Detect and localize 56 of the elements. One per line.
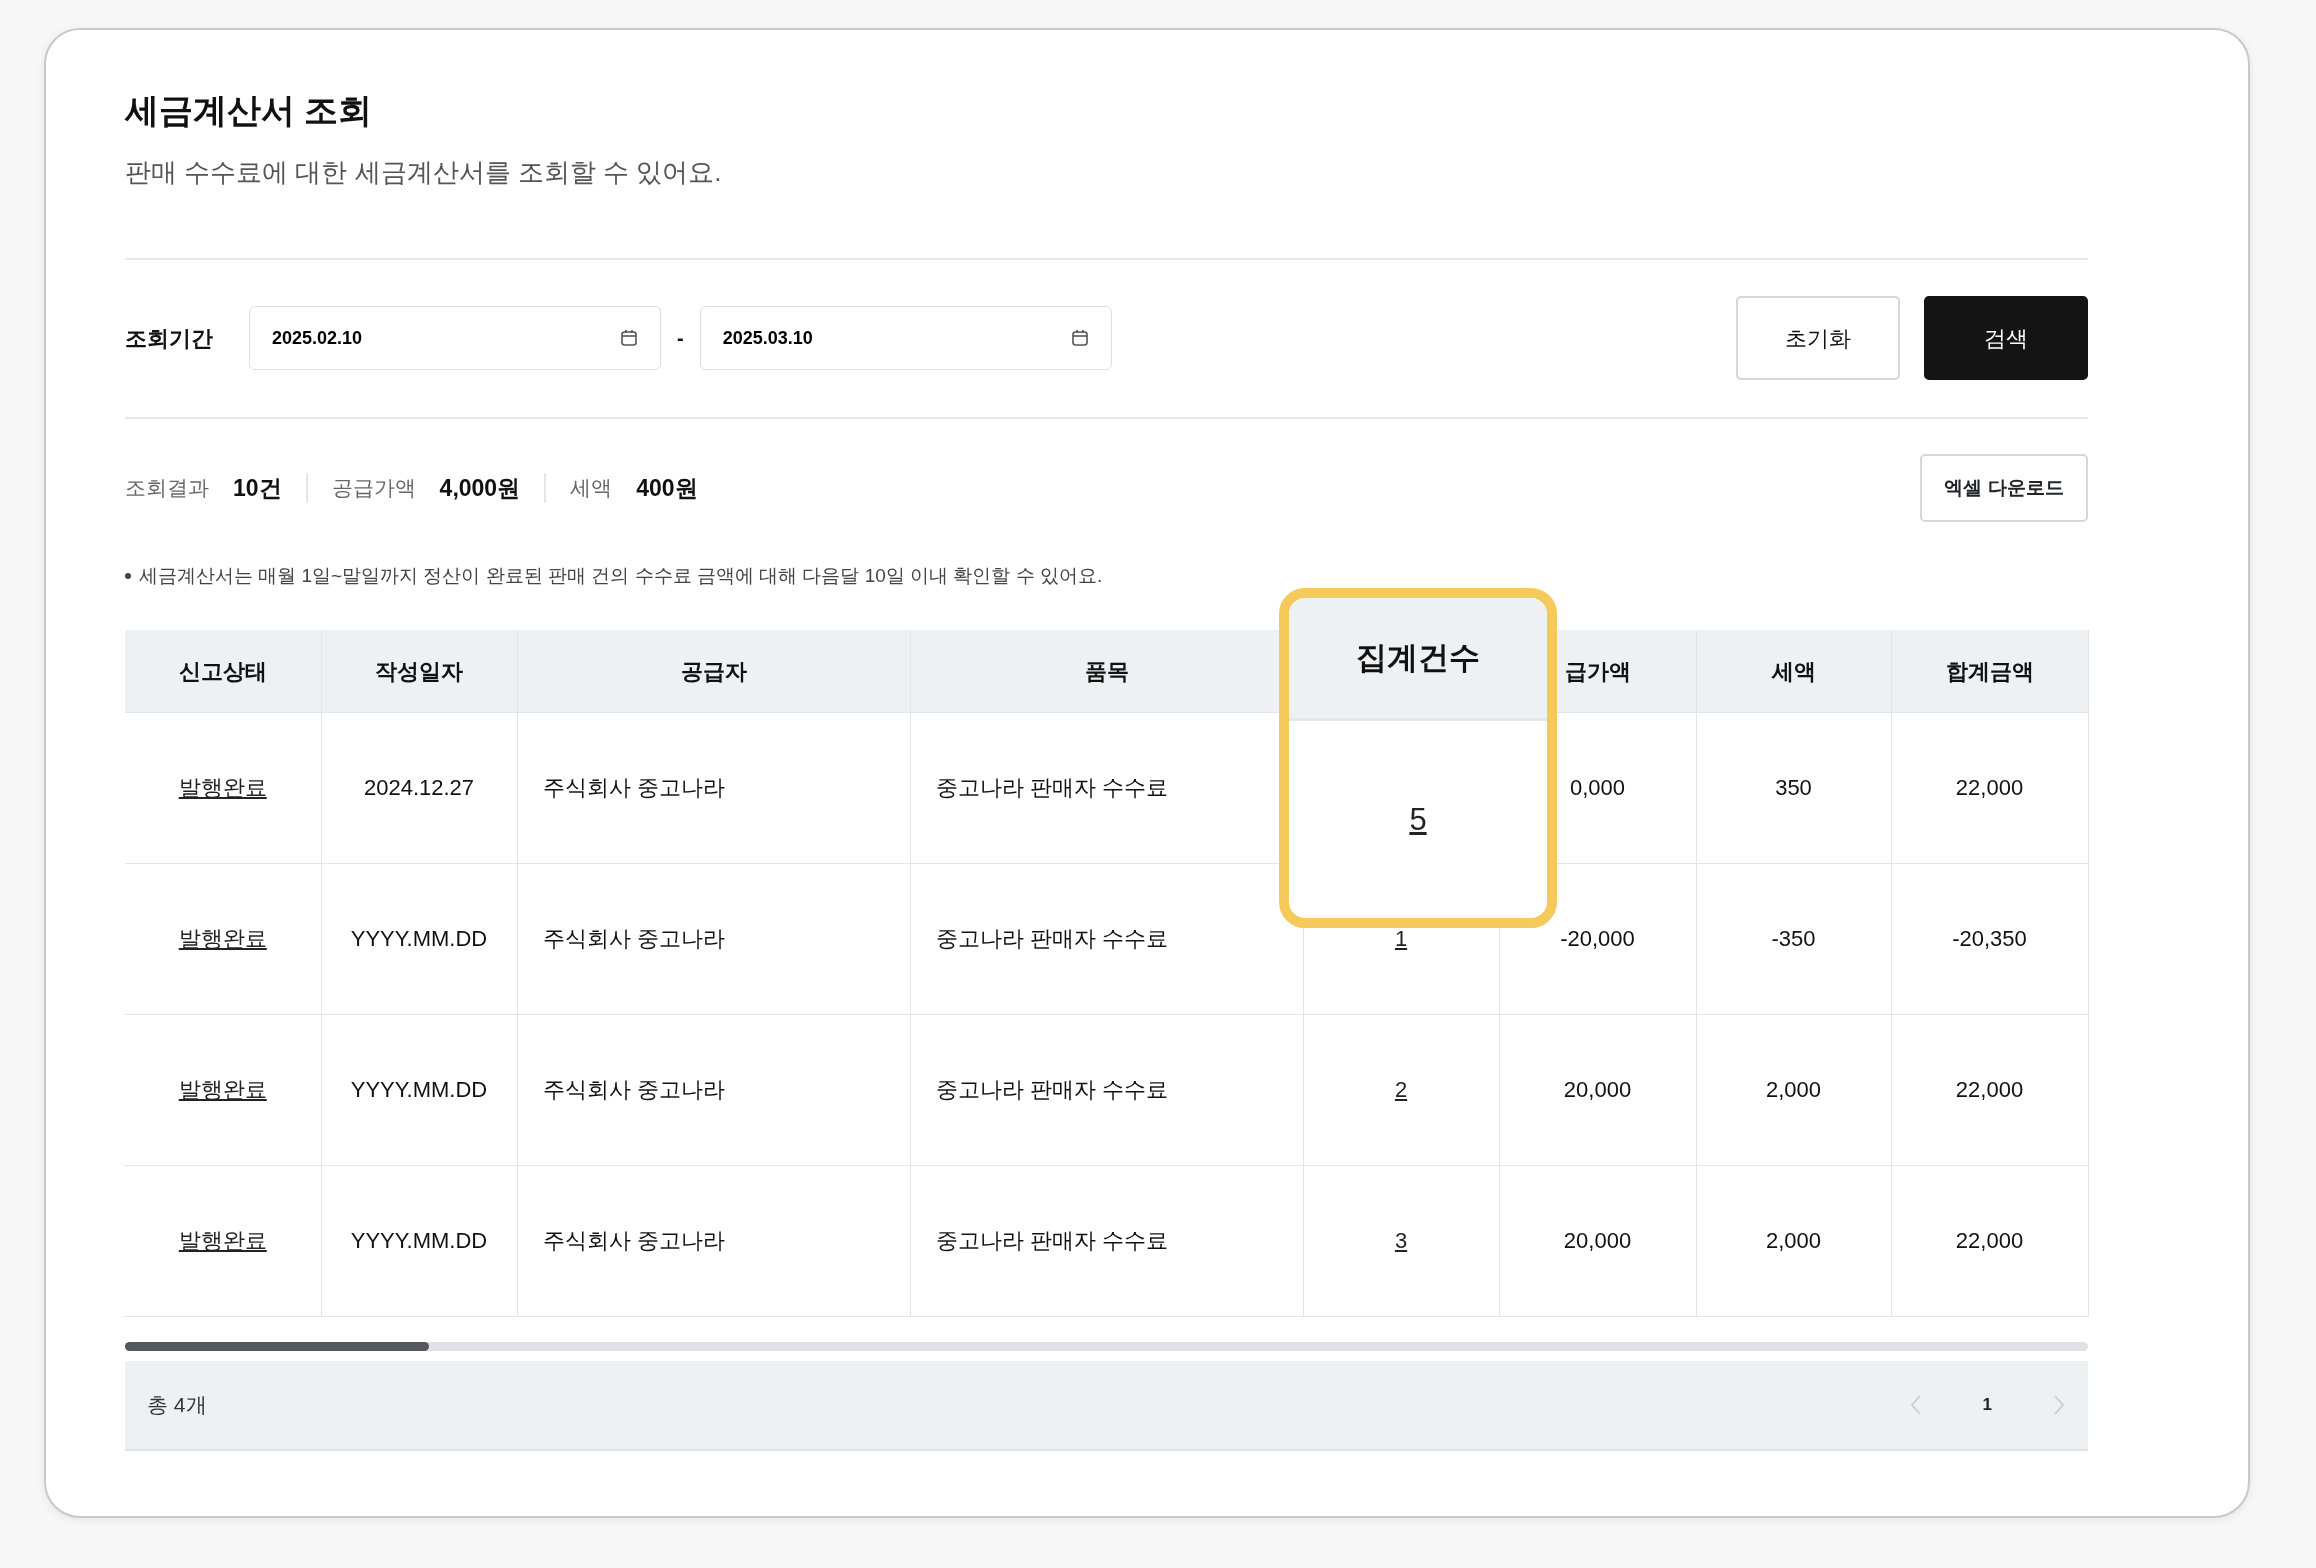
count-link[interactable]: 5 (1409, 796, 1427, 844)
table-cell: 22,000 (1891, 1165, 2088, 1317)
page-number[interactable]: 1 (1982, 1392, 1992, 1418)
table-cell: YYYY.MM.DD (321, 1014, 517, 1166)
period-label: 조회기간 (125, 324, 214, 353)
bullet-icon (125, 573, 131, 580)
table-cell: 주식회사 중고나라 (517, 712, 910, 864)
status-link[interactable]: 발행완료 (178, 775, 267, 801)
table-cell: 주식회사 중고나라 (517, 1014, 910, 1166)
calendar-icon[interactable] (1069, 328, 1090, 349)
count-link[interactable]: 2 (1394, 1077, 1408, 1103)
table-cell: -20,350 (1891, 863, 2088, 1015)
table-cell: 중고나라 판매자 수수료 (910, 1014, 1303, 1166)
search-button[interactable]: 검색 (1924, 296, 2088, 381)
page-subtitle: 판매 수수료에 대한 세금계산서를 조회할 수 있어요. (125, 155, 723, 189)
table-cell: 2024.12.27 (321, 712, 517, 864)
date-field[interactable]: 2025.03.10 (699, 306, 1112, 371)
status-link[interactable]: 발행완료 (178, 926, 267, 952)
status-link[interactable]: 발행완료 (178, 1228, 267, 1254)
summary-value: 10건 (233, 473, 282, 503)
excel-download-button[interactable]: 엑셀 다운로드 (1920, 453, 2088, 522)
calendar-icon[interactable] (619, 328, 639, 349)
table-cell: 350 (1696, 712, 1891, 864)
status-link[interactable]: 발행완료 (178, 1077, 267, 1103)
column-header: 공급자 (517, 630, 910, 713)
table-cell: 주식회사 중고나라 (517, 1165, 910, 1317)
date-separator: - (677, 326, 684, 352)
scrollbar-thumb[interactable] (125, 1341, 429, 1351)
reset-button[interactable]: 초기화 (1736, 296, 1900, 381)
column-header: 합계금액 (1891, 630, 2088, 713)
table-cell: YYYY.MM.DD (321, 863, 517, 1015)
total-count: 총 4개 (147, 1392, 207, 1419)
table-cell: -350 (1696, 863, 1891, 1015)
summary-value: 4,000원 (439, 473, 521, 503)
table-cell: 20,000 (1499, 1165, 1696, 1317)
table-cell: 22,000 (1891, 1014, 2088, 1166)
summary-value: 400원 (636, 473, 698, 503)
table-cell: 2,000 (1696, 1014, 1891, 1166)
summary-label: 조회결과 (125, 475, 209, 502)
table-cell: 2,000 (1696, 1165, 1891, 1317)
table-cell: 주식회사 중고나라 (517, 863, 910, 1015)
column-header: 세액 (1696, 630, 1891, 713)
callout-header: 집계건수 (1356, 639, 1480, 678)
count-link[interactable]: 1 (1394, 926, 1408, 952)
table-cell: YYYY.MM.DD (321, 1165, 517, 1317)
notice-text: 세금계산서는 매월 1일~말일까지 정산이 완료된 판매 건의 수수료 금액에 대해 다음달 10일 이내 확인할 수 있어요. (139, 563, 1103, 588)
table-cell: 20,000 (1499, 1014, 1696, 1166)
page-title: 세금계산서 조회 (125, 90, 374, 131)
column-header: 작성일자 (321, 630, 517, 713)
count-link[interactable]: 3 (1394, 1228, 1408, 1254)
table-cell: 중고나라 판매자 수수료 (910, 1165, 1303, 1317)
date-field[interactable]: 2025.02.10 (249, 306, 661, 371)
table-cell: 22,000 (1891, 712, 2088, 864)
summary-label: 세액 (570, 475, 613, 502)
column-header: 신고상태 (125, 630, 321, 713)
summary-label: 공급가액 (331, 475, 416, 502)
